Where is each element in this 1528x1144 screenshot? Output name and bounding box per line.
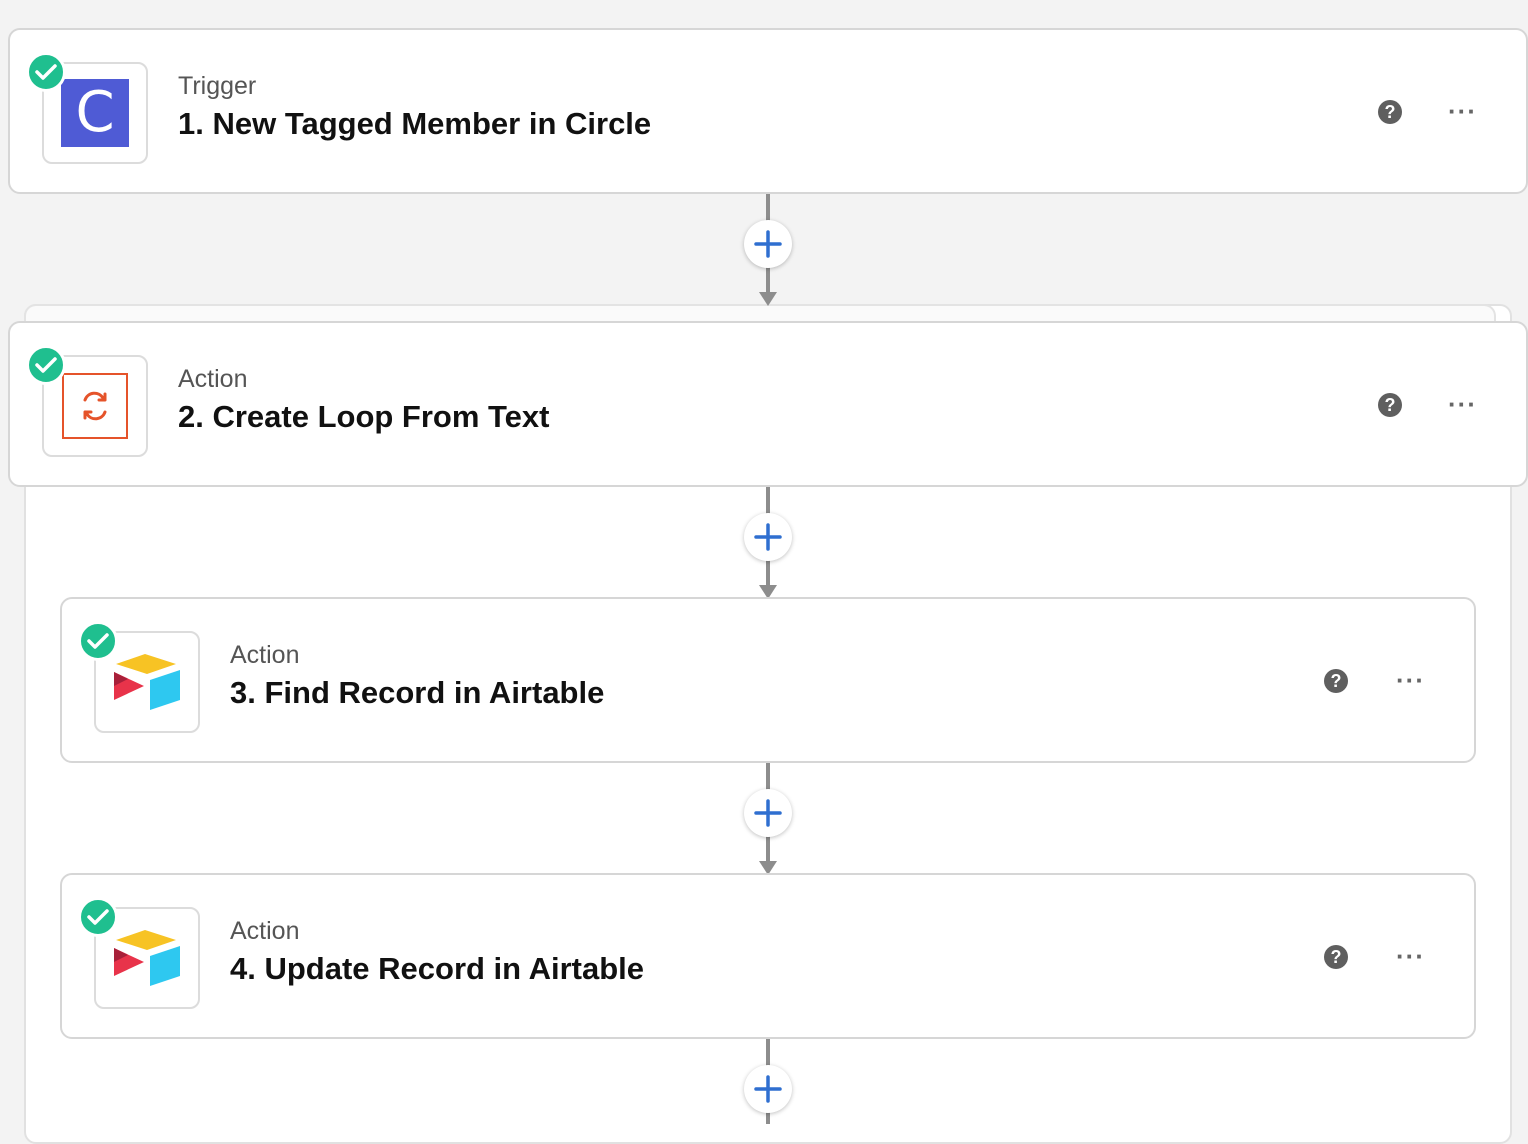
- check-icon: [26, 345, 66, 385]
- circle-logo-letter: C: [75, 80, 115, 145]
- loop-app-icon: [62, 373, 128, 439]
- step-title[interactable]: 3. Find Record in Airtable: [230, 675, 604, 711]
- step-card-2[interactable]: Action 2. Create Loop From Text ? ···: [8, 321, 1528, 487]
- more-options-icon[interactable]: ···: [1448, 98, 1477, 124]
- step-card-4[interactable]: Action 4. Update Record in Airtable ? ··…: [60, 873, 1476, 1039]
- step-title[interactable]: 1. New Tagged Member in Circle: [178, 106, 651, 142]
- airtable-app-icon: [114, 930, 180, 986]
- check-icon: [26, 52, 66, 92]
- help-icon[interactable]: ?: [1324, 669, 1348, 693]
- check-icon: [78, 897, 118, 937]
- check-icon: [78, 621, 118, 661]
- help-icon[interactable]: ?: [1378, 393, 1402, 417]
- plus-icon: [754, 1075, 782, 1103]
- add-step-button[interactable]: [744, 513, 792, 561]
- plus-icon: [754, 230, 782, 258]
- help-icon[interactable]: ?: [1324, 945, 1348, 969]
- add-step-button[interactable]: [744, 789, 792, 837]
- step-kind-label: Action: [178, 365, 248, 393]
- step-title[interactable]: 2. Create Loop From Text: [178, 399, 550, 435]
- add-step-button[interactable]: [744, 1065, 792, 1113]
- more-options-icon[interactable]: ···: [1396, 667, 1425, 693]
- more-options-icon[interactable]: ···: [1448, 391, 1477, 417]
- more-options-icon[interactable]: ···: [1396, 943, 1425, 969]
- add-step-button[interactable]: [744, 220, 792, 268]
- plus-icon: [754, 799, 782, 827]
- airtable-app-icon: [114, 654, 180, 710]
- help-icon[interactable]: ?: [1378, 100, 1402, 124]
- step-title[interactable]: 4. Update Record in Airtable: [230, 951, 644, 987]
- step-kind-label: Trigger: [178, 72, 257, 100]
- connector-arrow: [759, 292, 777, 306]
- step-kind-label: Action: [230, 917, 300, 945]
- step-card-3[interactable]: Action 3. Find Record in Airtable ? ···: [60, 597, 1476, 763]
- step-kind-label: Action: [230, 641, 300, 669]
- circle-app-icon: C: [61, 79, 129, 147]
- plus-icon: [754, 523, 782, 551]
- step-card-1[interactable]: C Trigger 1. New Tagged Member in Circle…: [8, 28, 1528, 194]
